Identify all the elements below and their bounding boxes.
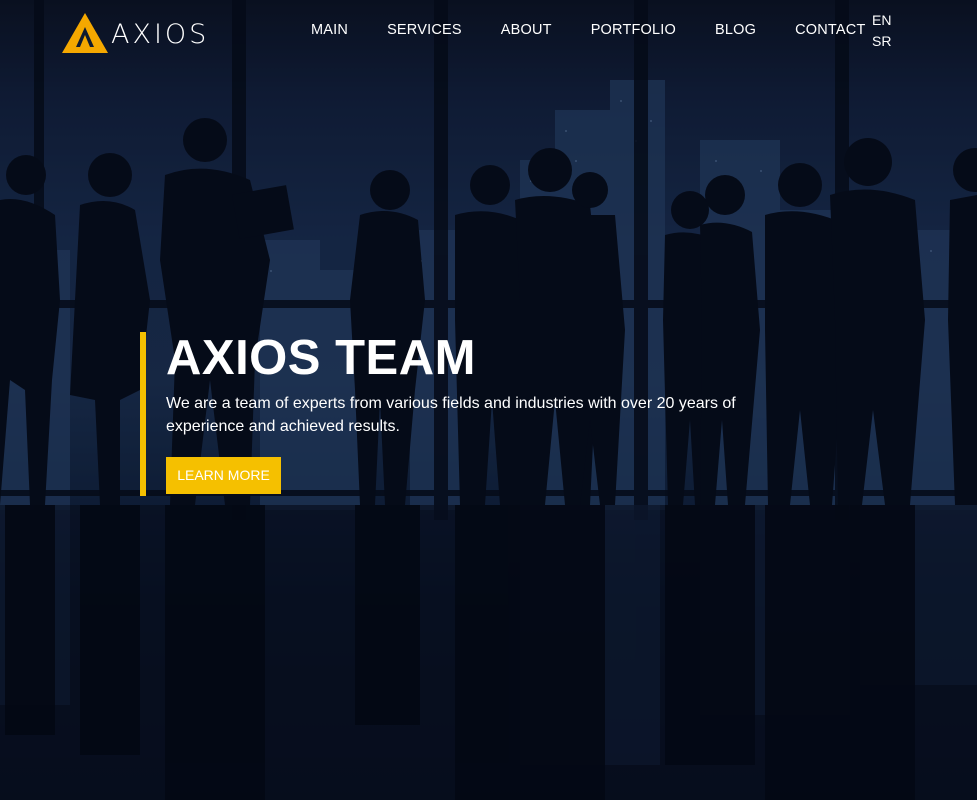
nav-item-main[interactable]: MAIN bbox=[311, 20, 348, 40]
nav-item-portfolio[interactable]: PORTFOLIO bbox=[591, 20, 676, 40]
nav-item-blog[interactable]: BLOG bbox=[715, 20, 756, 40]
language-switcher: EN SR bbox=[872, 10, 891, 51]
hero-description: We are a team of experts from various fi… bbox=[166, 395, 736, 435]
nav-item-contact[interactable]: CONTACT bbox=[795, 20, 865, 40]
site-logo[interactable]: AXIOS bbox=[60, 10, 209, 56]
site-header: AXIOS MAIN SERVICES ABOUT PORTFOLIO BLOG… bbox=[0, 0, 977, 62]
language-option-en[interactable]: EN bbox=[872, 10, 891, 30]
learn-more-button[interactable]: LEARN MORE bbox=[166, 457, 281, 494]
language-option-sr[interactable]: SR bbox=[872, 31, 891, 51]
logo-wordmark: AXIOS bbox=[111, 18, 210, 50]
main-navigation: MAIN SERVICES ABOUT PORTFOLIO BLOG CONTA… bbox=[311, 20, 866, 40]
page: AXIOS MAIN SERVICES ABOUT PORTFOLIO BLOG… bbox=[0, 0, 977, 800]
nav-item-services[interactable]: SERVICES bbox=[387, 20, 462, 40]
nav-item-about[interactable]: ABOUT bbox=[501, 20, 552, 40]
hero-title: AXIOS TEAM bbox=[166, 331, 476, 385]
triangle-a-logo-icon bbox=[62, 13, 108, 53]
hero-accent-bar bbox=[140, 332, 146, 496]
